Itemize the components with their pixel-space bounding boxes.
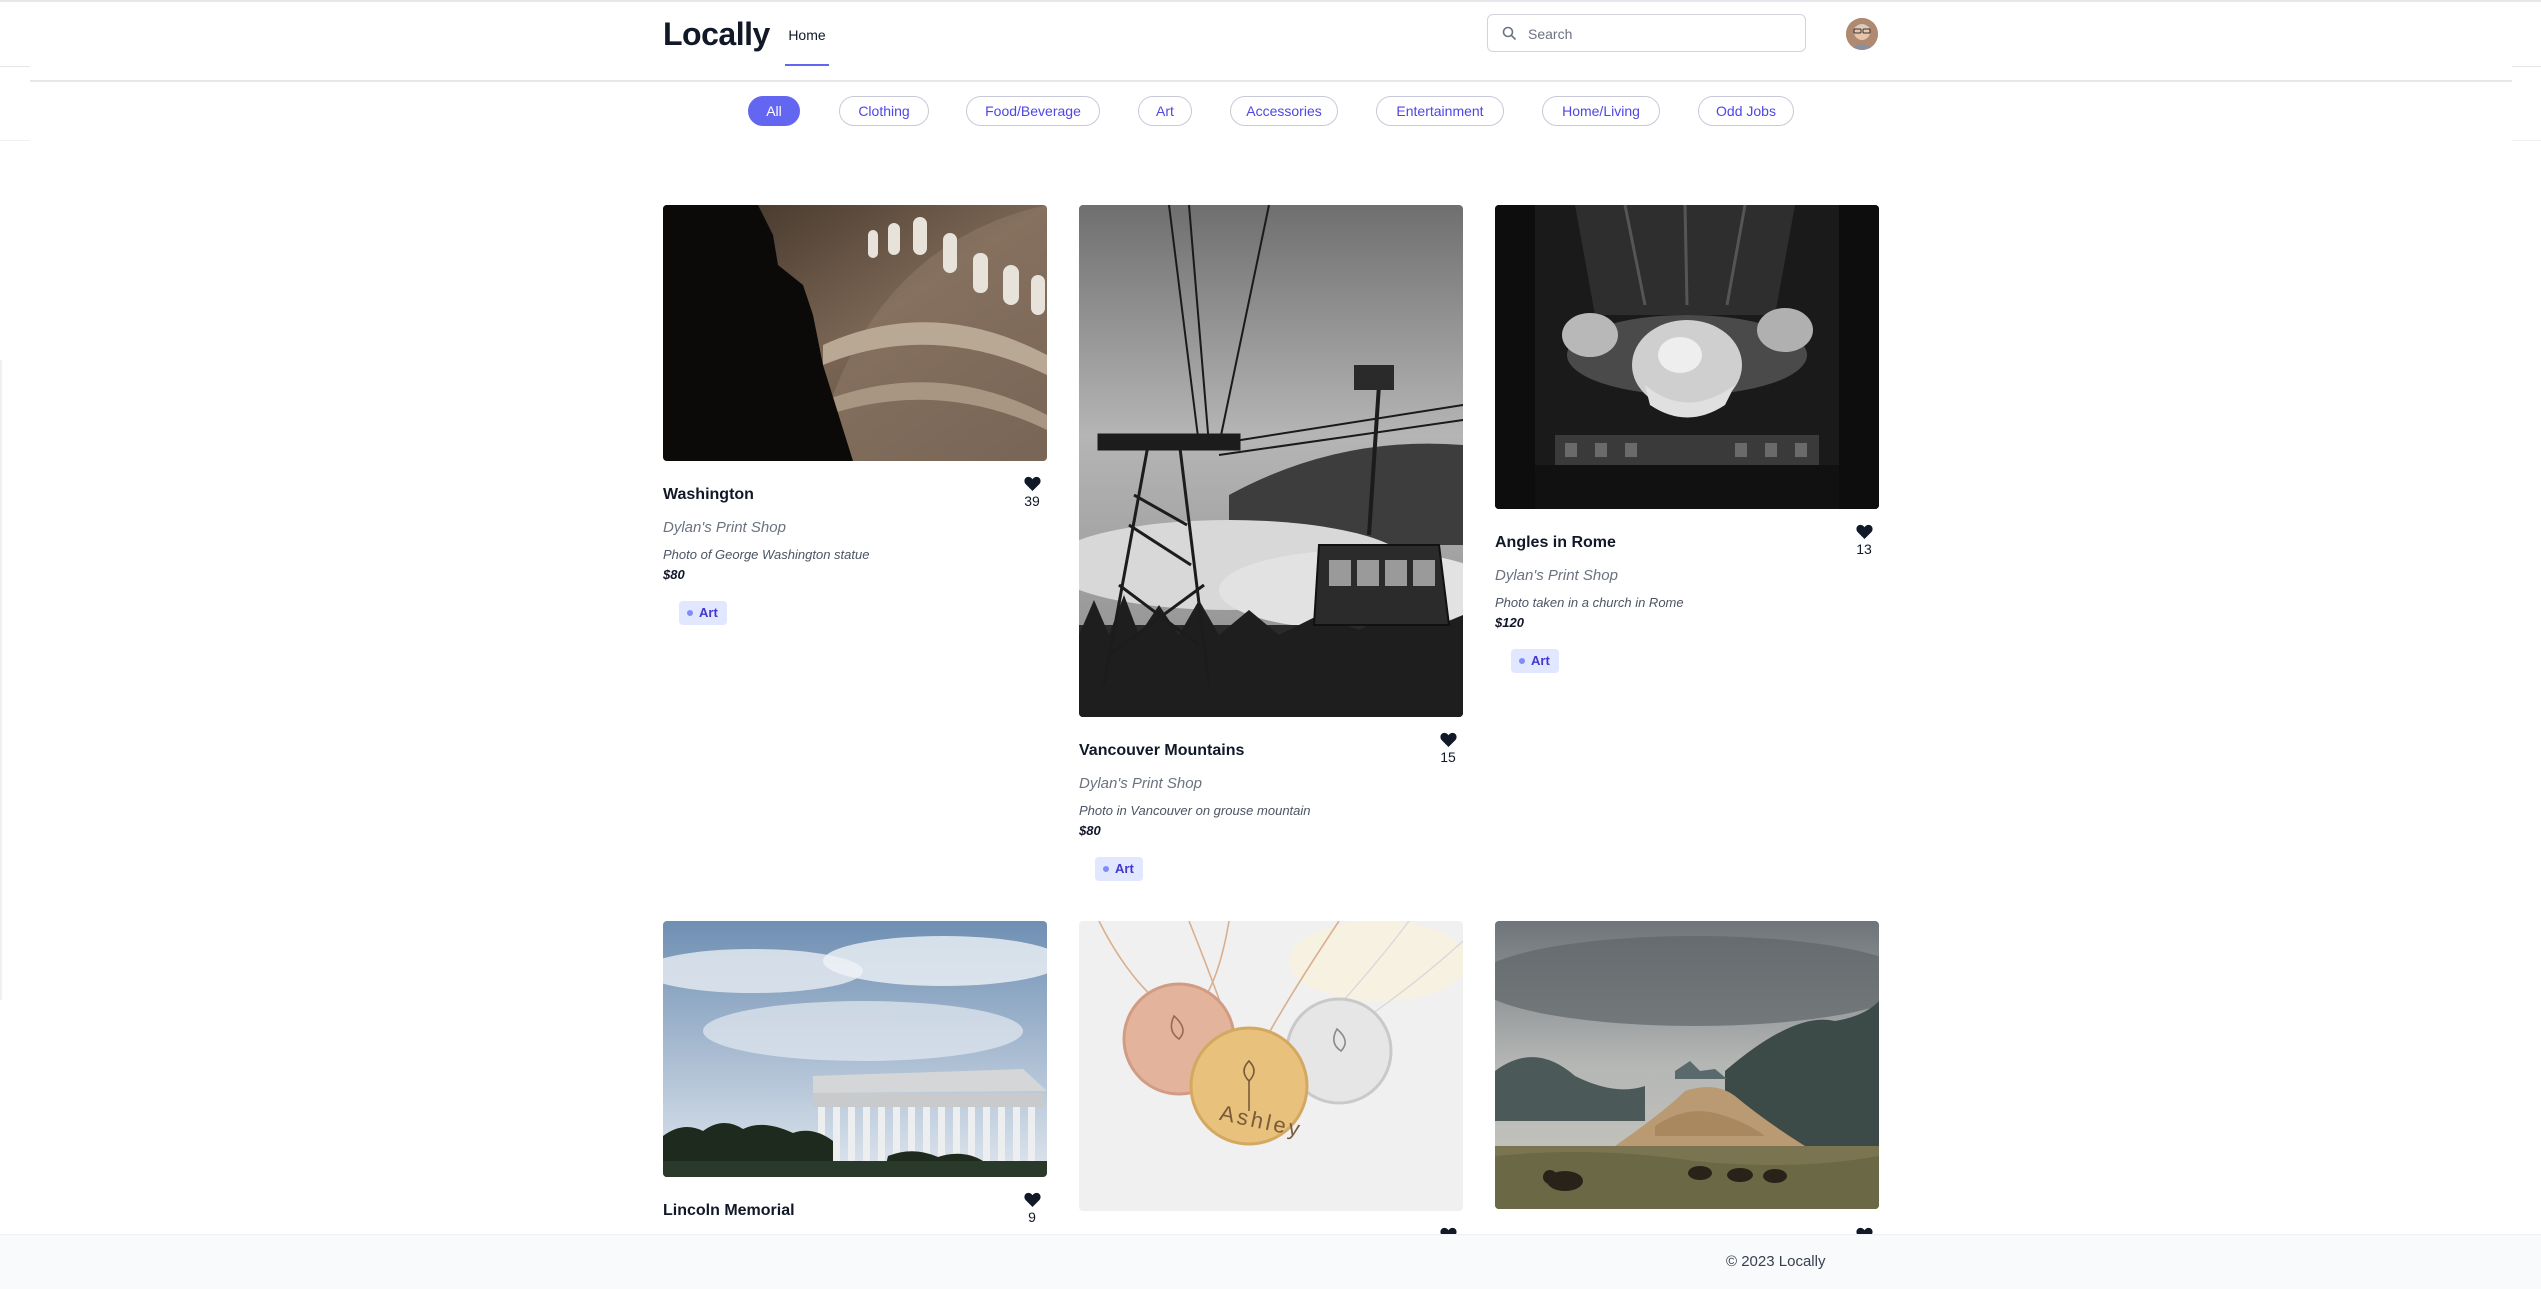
category-home-living[interactable]: Home/Living (1542, 96, 1660, 126)
category-odd-jobs[interactable]: Odd Jobs (1698, 96, 1794, 126)
header: Locally Home (0, 2, 2541, 66)
listing-description: Photo of George Washington statue (663, 547, 870, 562)
category-filter-bar: All Clothing Food/Beverage Art Accessori… (0, 96, 2541, 126)
heart-icon (1855, 1227, 1873, 1234)
listing-description: Photo in Vancouver on grouse mountain (1079, 803, 1311, 818)
category-tag: Art (1511, 649, 1559, 673)
heart-icon (1023, 1192, 1041, 1207)
like-count: 15 (1440, 749, 1456, 765)
listing-price: $80 (663, 567, 685, 582)
like-button[interactable] (1849, 1227, 1879, 1234)
category-all[interactable]: All (748, 96, 800, 126)
listing-description: Photo taken in a church in Rome (1495, 595, 1684, 610)
like-button[interactable]: 15 (1433, 732, 1463, 765)
avatar-image (1846, 18, 1878, 50)
search-box[interactable] (1487, 14, 1806, 53)
heart-icon (1855, 524, 1873, 539)
listing-card[interactable]: Washington 39 Dylan's Print Shop Photo o… (663, 205, 1047, 635)
app-logo[interactable]: Locally (663, 16, 770, 53)
like-button[interactable] (1433, 1227, 1463, 1234)
category-clothing[interactable]: Clothing (839, 96, 929, 126)
listing-card[interactable]: Vancouver Mountains 15 Dylan's Print Sho… (1079, 205, 1463, 885)
like-button[interactable]: 13 (1849, 524, 1879, 557)
listing-card[interactable]: Lincoln Memorial 9 (663, 921, 1047, 1234)
search-icon (1502, 26, 1516, 40)
listing-card[interactable] (1495, 921, 1879, 1234)
divider (2512, 66, 2541, 67)
copyright-text: © 2023 Locally (1726, 1253, 1826, 1270)
shop-name[interactable]: Dylan's Print Shop (663, 519, 786, 536)
category-tag: Art (1095, 857, 1143, 881)
like-count: 39 (1024, 493, 1040, 509)
heart-icon (1439, 732, 1457, 747)
listing-card[interactable]: Angles in Rome 13 Dylan's Print Shop Pho… (1495, 205, 1879, 685)
like-count: 13 (1856, 541, 1872, 557)
listing-image[interactable] (1495, 921, 1879, 1209)
listing-title[interactable]: Washington (663, 486, 754, 504)
dot-icon (687, 609, 693, 616)
category-accessories[interactable]: Accessories (1230, 96, 1338, 126)
side-shadow (0, 360, 3, 1000)
like-count: 9 (1028, 1209, 1036, 1225)
listing-image[interactable]: Ashley (1079, 921, 1463, 1211)
listing-image[interactable] (663, 205, 1047, 461)
listing-price: $120 (1495, 615, 1524, 630)
dot-icon (1519, 657, 1525, 664)
category-art[interactable]: Art (1138, 96, 1192, 126)
heart-icon (1023, 476, 1041, 491)
listing-title[interactable]: Vancouver Mountains (1079, 742, 1244, 760)
listing-card[interactable]: Ashley (1079, 921, 1463, 1234)
like-button[interactable]: 9 (1017, 1192, 1047, 1225)
user-avatar[interactable] (1846, 18, 1878, 50)
shop-name[interactable]: Dylan's Print Shop (1495, 567, 1618, 584)
listing-image[interactable] (663, 921, 1047, 1177)
nav-home-tab[interactable]: Home (785, 16, 829, 66)
footer: © 2023 Locally (0, 1234, 2541, 1289)
dot-icon (1103, 865, 1109, 872)
like-button[interactable]: 39 (1017, 476, 1047, 509)
heart-icon (1439, 1227, 1457, 1234)
category-entertainment[interactable]: Entertainment (1376, 96, 1504, 126)
listing-price: $80 (1079, 823, 1101, 838)
category-food-beverage[interactable]: Food/Beverage (966, 96, 1100, 126)
listing-title[interactable]: Angles in Rome (1495, 534, 1616, 552)
listing-title[interactable]: Lincoln Memorial (663, 1202, 795, 1220)
listing-image[interactable] (1495, 205, 1879, 509)
listing-image[interactable] (1079, 205, 1463, 717)
search-input[interactable] (1526, 15, 1800, 53)
divider (0, 66, 30, 67)
shop-name[interactable]: Dylan's Print Shop (1079, 775, 1202, 792)
category-tag: Art (679, 601, 727, 625)
